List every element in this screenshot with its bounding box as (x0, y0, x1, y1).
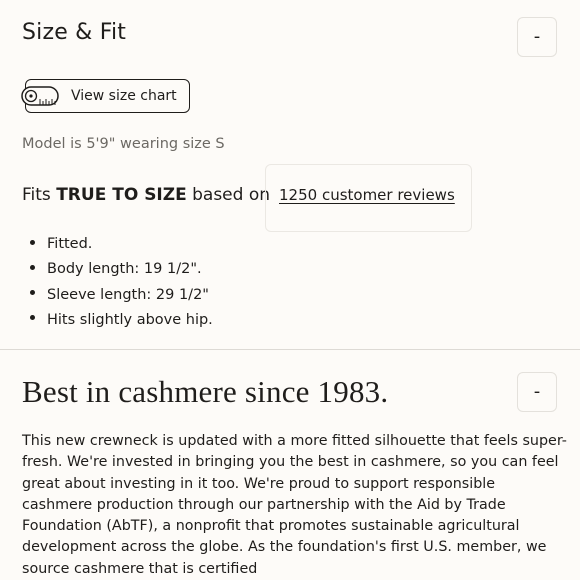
measuring-tape-icon (21, 86, 59, 106)
fit-rating: TRUE TO SIZE (56, 185, 187, 205)
cashmere-description: This new crewneck is updated with a more… (22, 433, 567, 577)
fit-details-list: Fitted. Body length: 19 1/2". Sleeve len… (30, 232, 213, 333)
list-item: Hits slightly above hip. (30, 308, 213, 333)
model-size-note: Model is 5'9" wearing size S (22, 136, 225, 152)
section-divider (0, 349, 580, 350)
cashmere-heading: Best in cashmere since 1983. (22, 374, 389, 409)
cashmere-collapse-button[interactable]: - (517, 372, 557, 412)
product-details-page: Size & Fit - View size chart Model is 5'… (0, 0, 580, 580)
fit-suffix: based on (186, 185, 271, 205)
size-fit-heading: Size & Fit (22, 20, 127, 45)
customer-reviews-link[interactable]: 1250 customer reviews (279, 186, 455, 204)
fit-prefix: Fits (22, 185, 57, 205)
list-item: Sleeve length: 29 1/2" (30, 283, 213, 308)
size-fit-collapse-button[interactable]: - (517, 17, 557, 57)
fit-summary: Fits TRUE TO SIZE based on (22, 185, 270, 205)
list-item: Body length: 19 1/2". (30, 257, 213, 282)
list-item: Fitted. (30, 232, 213, 257)
